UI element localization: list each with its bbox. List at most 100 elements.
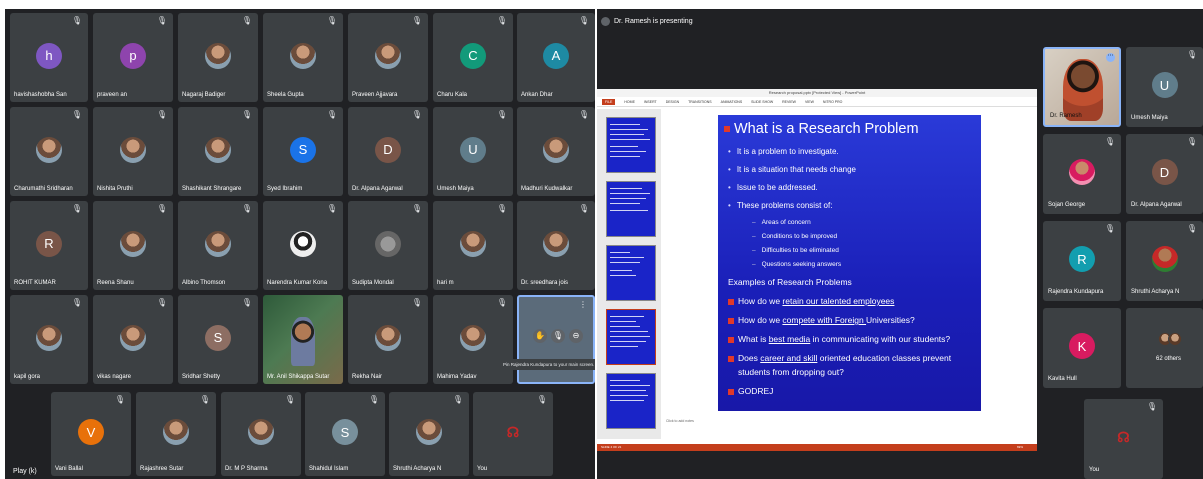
participant-tile[interactable]: 🎙 Shruthi Acharya N [389, 392, 469, 476]
avatar [543, 230, 569, 257]
participant-tile[interactable]: K Kavita Hull [1043, 308, 1121, 388]
mic-off-icon: 🎙 [1104, 224, 1115, 233]
ribbon-tab[interactable]: REVIEW [782, 100, 796, 104]
ribbon-tab[interactable]: TRANSITIONS [688, 100, 712, 104]
participant-tile[interactable]: 🎙 D Dr. Alpana Agarwal [1126, 134, 1203, 214]
mic-off-icon: 🎙 [71, 298, 82, 307]
mic-off-icon: 🎙 [452, 395, 463, 404]
participant-tile[interactable]: 🎙 C Charu Kala [433, 13, 513, 102]
avatar: V [78, 419, 104, 446]
mic-off-icon: 🎙 [199, 395, 210, 404]
participant-tile[interactable]: 🎙 Rajashree Sutar [136, 392, 216, 476]
example-question: How do we compete with Foreign Universit… [728, 315, 915, 325]
notes-placeholder[interactable]: Click to add notes [666, 419, 694, 423]
avatar: D [1151, 159, 1178, 186]
participant-name: praveen an [97, 92, 128, 98]
participant-tile[interactable]: 🎙 hari m [433, 201, 513, 290]
participant-tile[interactable]: 🎙 Mahima Yadav [433, 295, 513, 384]
participant-tile[interactable]: 🎙 Dr. M P Sharma [221, 392, 301, 476]
participant-name: kapil gora [14, 374, 41, 380]
mic-icon[interactable]: 🎙 [551, 329, 565, 343]
participant-tile[interactable]: 🎙 Nagaraj Badiger [178, 13, 258, 102]
ribbon-tab[interactable]: ANIMATIONS [721, 100, 743, 104]
others-count: 62 others [1156, 356, 1182, 362]
ribbon-tab[interactable]: HOME [624, 100, 635, 104]
participant-tile[interactable]: 🎙 Dr. sreedhara jois [517, 201, 595, 290]
participant-tile[interactable]: 🎙 kapil gora [10, 295, 88, 384]
participant-tile[interactable]: 🎙 Reena Shanu [93, 201, 173, 290]
participant-tile[interactable]: 🎙 S Shahidul Islam [305, 392, 385, 476]
meeting-grid-panel: 🎙 h havishashobha San 🎙 p praveen an 🎙 N… [5, 9, 595, 479]
mic-off-icon: 🎙 [71, 110, 82, 119]
mic-off-icon: 🎙 [578, 110, 589, 119]
example-question: Does career and skill oriented education… [728, 353, 951, 363]
ribbon-tab[interactable]: INSERT [644, 100, 657, 104]
slide-thumbnail-selected[interactable] [606, 309, 656, 365]
more-options-icon[interactable]: ⋯ [1106, 53, 1115, 62]
slide-thumbnail[interactable] [606, 245, 656, 301]
mic-off-icon: 🎙 [326, 110, 337, 119]
mic-off-icon: 🎙 [326, 16, 337, 25]
hovered-participant-tile[interactable]: ⋮ ✋ 🎙 ⊖ [517, 295, 595, 384]
mic-off-icon: 🎙 [411, 298, 422, 307]
participant-tile[interactable]: 🎙 Nishita Pruthi [93, 107, 173, 196]
ribbon-tab[interactable]: SLIDE SHOW [751, 100, 773, 104]
participant-name: ROHIT KUMAR [14, 280, 56, 286]
participant-tile[interactable]: 🎙 D Dr. Alpana Agarwal [348, 107, 428, 196]
participant-video-tile[interactable]: Mr. Anil Shikappa Sutar [263, 295, 343, 384]
participant-tile[interactable]: 🎙 S Syed Ibrahim [263, 107, 343, 196]
participant-name: Vani Ballal [55, 466, 83, 472]
ribbon-tab[interactable]: VIEW [805, 100, 814, 104]
participant-tile[interactable]: 🎙 A Ankan Dhar [517, 13, 595, 102]
slide-title: What is a Research Problem [724, 121, 919, 137]
slide-thumbnail[interactable] [606, 373, 656, 429]
participant-tile[interactable]: 🎙 Albino Thomson [178, 201, 258, 290]
participant-tile[interactable]: 🎙 Charumathi Sridharan [10, 107, 88, 196]
zoom-level[interactable]: 69% [1017, 444, 1023, 451]
slide-thumbnail[interactable] [606, 181, 656, 237]
participant-tile[interactable]: 🎙 Praveen Ajjavara [348, 13, 428, 102]
participant-tile[interactable]: 🎙 vikas nagare [93, 295, 173, 384]
speaker-video [1063, 59, 1103, 121]
participant-tile[interactable]: 🎙 U Umesh Maiya [1126, 47, 1203, 127]
avatar: U [1151, 72, 1178, 99]
participant-tile[interactable]: 🎙 Sojan George [1043, 134, 1121, 214]
slide-sub-bullet: Conditions to be improved [752, 233, 838, 240]
more-options-icon[interactable]: ⋮ [579, 300, 587, 309]
participant-tile[interactable]: 🎙 Narendra Kumar Kona [263, 201, 343, 290]
avatar [416, 419, 442, 446]
participant-name: Shahidul Islam [309, 466, 349, 472]
participant-tile[interactable]: 🎙 R ROHIT KUMAR [10, 201, 88, 290]
slide-thumbnail-pane [597, 109, 661, 439]
mic-off-icon: 🎙 [1104, 137, 1115, 146]
slide-thumbnail[interactable] [606, 117, 656, 173]
participant-tile[interactable]: 🎙 R Rajendra Kundapura [1043, 221, 1121, 301]
mic-off-icon: 🎙 [156, 110, 167, 119]
ribbon-tab[interactable]: NITRO PRO [823, 100, 842, 104]
ribbon-tab[interactable]: FILE [602, 98, 616, 105]
participant-tile[interactable]: 🎙 V Vani Ballal [51, 392, 131, 476]
mic-off-icon: 🎙 [156, 298, 167, 307]
participant-name: Sojan George [1048, 202, 1086, 208]
participant-name: Dr. Alpana Agarwal [1131, 202, 1182, 208]
mic-off-icon: 🎙 [411, 110, 422, 119]
mic-off-icon: 🎙 [1186, 137, 1197, 146]
participant-name: Sudipta Mondal [352, 280, 394, 286]
self-tile[interactable]: 🎙 ☊ You [473, 392, 553, 476]
participant-tile[interactable]: 🎙 Sudipta Mondal [348, 201, 428, 290]
active-speaker-tile[interactable]: ⋯ Dr. Ramesh [1043, 47, 1121, 127]
participant-tile[interactable]: 🎙 Sheela Gupta [263, 13, 343, 102]
participant-tile[interactable]: 🎙 p praveen an [93, 13, 173, 102]
participant-tile[interactable]: 🎙 h havishashobha San [10, 13, 88, 102]
remove-icon[interactable]: ⊖ [569, 329, 583, 343]
participant-tile[interactable]: 🎙 Rekha Nair [348, 295, 428, 384]
pin-icon[interactable]: ✋ [533, 329, 547, 343]
participant-tile[interactable]: 🎙 Madhuri Kudwalkar [517, 107, 595, 196]
ribbon-tab[interactable]: DESIGN [666, 100, 679, 104]
self-tile[interactable]: 🎙 ☊ You [1084, 399, 1163, 479]
participant-tile[interactable]: 🎙 S Sridhar Shetty [178, 295, 258, 384]
participant-tile[interactable]: 🎙 Shashikant Shrangare [178, 107, 258, 196]
others-tile[interactable]: 62 others [1126, 308, 1203, 388]
participant-tile[interactable]: 🎙 U Umesh Maiya [433, 107, 513, 196]
participant-tile[interactable]: 🎙 Shruthi Acharya N [1126, 221, 1203, 301]
